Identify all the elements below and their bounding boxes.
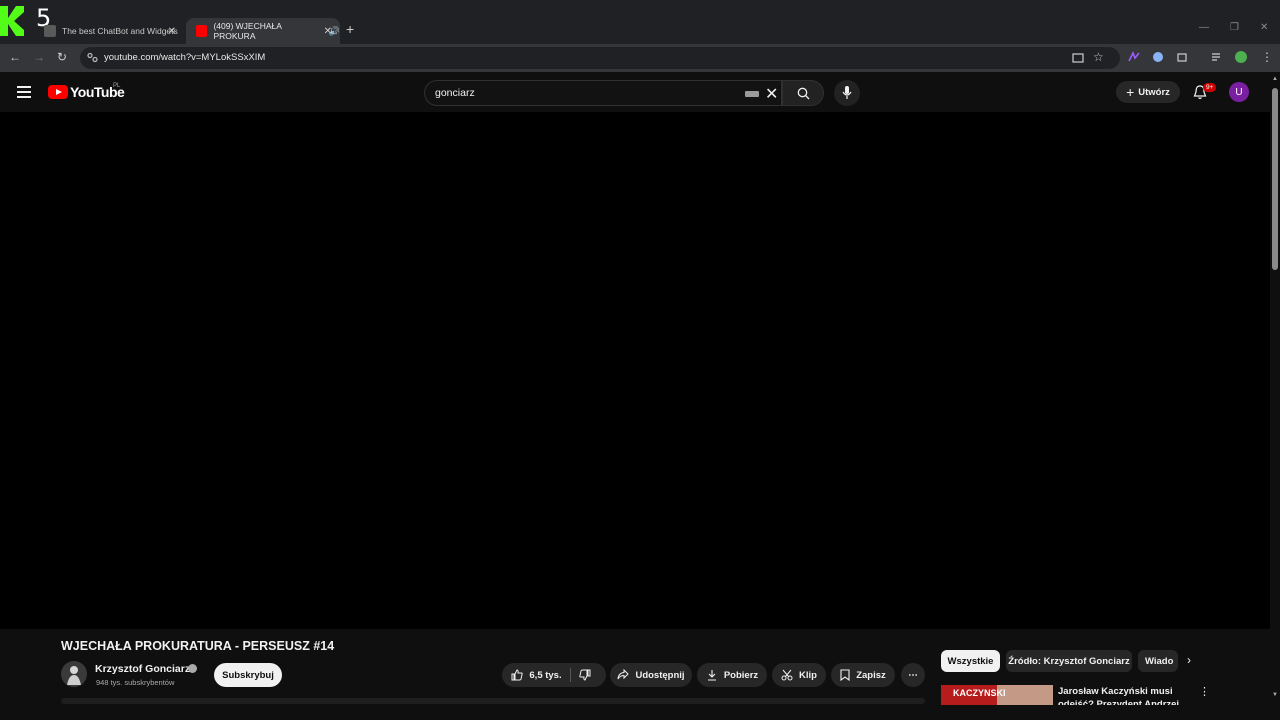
channel-name[interactable]: Krzysztof Gonciarz: [95, 663, 190, 675]
extension-icon[interactable]: [1128, 51, 1140, 63]
youtube-header: YouTube PL gonciarz ✕ + Utwórz 9+ U: [0, 72, 1270, 112]
site-info-icon[interactable]: [87, 52, 98, 63]
subscribe-button[interactable]: Subskrybuj: [214, 663, 282, 687]
clip-button[interactable]: Klip: [772, 663, 826, 687]
save-label: Zapisz: [856, 669, 886, 681]
recommendation-thumbnail[interactable]: KACZYNSKI: [941, 685, 1053, 705]
tab-title: (409) WJECHAŁA PROKURA: [213, 21, 282, 41]
profile-icon[interactable]: [1235, 51, 1247, 63]
account-avatar[interactable]: U: [1229, 82, 1249, 102]
youtube-favicon-icon: [196, 25, 208, 37]
extension-circle-icon[interactable]: [1152, 51, 1164, 63]
download-label: Pobierz: [723, 669, 759, 681]
scrollbar-thumb[interactable]: [1272, 88, 1278, 270]
search-input[interactable]: gonciarz ✕: [424, 80, 782, 106]
scroll-down-icon[interactable]: ▼: [1272, 692, 1278, 698]
save-button[interactable]: Zapisz: [831, 663, 895, 687]
tab-close-icon[interactable]: ✕: [168, 26, 176, 37]
recommendation-menu-icon[interactable]: ⋮: [1199, 685, 1210, 698]
url-text: youtube.com/watch?v=MYLokSSxXIM: [104, 52, 266, 63]
like-icon[interactable]: [511, 669, 524, 681]
share-icon: [617, 669, 630, 680]
restore-icon[interactable]: ❐: [1230, 22, 1239, 33]
browser-toolbar: ← → ↻ youtube.com/watch?v=MYLokSSxXIM ☆ …: [0, 44, 1280, 72]
share-button[interactable]: Udostępnij: [610, 663, 692, 687]
browser-tab-bar: 5 The best ChatBot and Widgets ✕ (409) W…: [0, 0, 1280, 44]
tab-close-icon[interactable]: ✕: [324, 26, 332, 37]
dislike-icon[interactable]: [578, 669, 591, 681]
menu-icon[interactable]: [17, 86, 31, 101]
share-label: Udostępnij: [635, 669, 685, 681]
tab-youtube[interactable]: (409) WJECHAŁA PROKURA 🔊 ✕: [186, 18, 340, 44]
page-scrollbar[interactable]: ▲ ▼: [1270, 72, 1280, 720]
video-player[interactable]: [0, 112, 1270, 629]
more-actions-icon[interactable]: ⋯: [901, 663, 925, 687]
notification-badge: 9+: [1203, 83, 1217, 92]
plus-icon: +: [1126, 84, 1135, 100]
video-info-area: WJECHAŁA PROKURATURA - PERSEUSZ #14 Krzy…: [0, 629, 1270, 720]
forward-icon[interactable]: →: [33, 50, 45, 64]
channel-avatar[interactable]: [61, 661, 87, 687]
create-label: Utwórz: [1138, 86, 1170, 98]
verified-icon: [188, 664, 197, 673]
description-box-edge: [61, 698, 925, 704]
download-icon: [707, 670, 716, 681]
overlay-logo: [0, 6, 24, 36]
clear-search-icon[interactable]: ✕: [765, 84, 778, 104]
scissors-icon: [781, 669, 793, 681]
media-queue-icon[interactable]: [1211, 51, 1223, 63]
bookmark-star-icon[interactable]: ☆: [1093, 50, 1104, 64]
back-icon[interactable]: ←: [9, 50, 21, 64]
recommendation-title[interactable]: Jarosław Kaczyński musi odejść? Prezyden…: [1058, 685, 1188, 705]
search-icon: [797, 87, 810, 100]
like-dislike-group: 6,5 tys.: [502, 663, 606, 687]
tab-favicon-icon: [44, 25, 56, 37]
voice-search-button[interactable]: [834, 80, 860, 106]
like-divider: [569, 668, 571, 682]
download-button[interactable]: Pobierz: [697, 663, 767, 687]
region-code: PL: [113, 83, 121, 89]
browser-menu-icon[interactable]: ⋮: [1261, 50, 1273, 64]
extensions-puzzle-icon[interactable]: [1176, 51, 1188, 63]
search-value: gonciarz: [435, 87, 475, 99]
scroll-up-icon[interactable]: ▲: [1272, 76, 1278, 82]
bookmark-icon: [840, 669, 850, 681]
youtube-play-icon: [48, 85, 68, 99]
thumbnail-text: KACZYNSKI: [953, 688, 1006, 698]
video-title: WJECHAŁA PROKURATURA - PERSEUSZ #14: [61, 639, 335, 653]
clip-label: Klip: [799, 669, 817, 681]
chip-news[interactable]: Wiado: [1138, 650, 1178, 672]
chip-all[interactable]: Wszystkie: [941, 650, 1000, 672]
subscriber-count: 948 tys. subskrybentów: [96, 678, 175, 687]
chevron-right-icon[interactable]: ›: [1187, 653, 1191, 667]
address-bar[interactable]: youtube.com/watch?v=MYLokSSxXIM ☆: [80, 47, 1120, 69]
microphone-icon: [842, 86, 852, 99]
like-count[interactable]: 6,5 tys.: [529, 670, 561, 681]
search-button[interactable]: [782, 80, 824, 106]
tab-title: The best ChatBot and Widgets: [62, 26, 178, 36]
minimize-icon[interactable]: —: [1199, 22, 1209, 33]
install-app-icon[interactable]: [1072, 52, 1084, 64]
tab-chatbot[interactable]: The best ChatBot and Widgets ✕: [34, 18, 184, 44]
keyboard-icon[interactable]: [745, 91, 759, 97]
new-tab-icon[interactable]: +: [346, 21, 354, 37]
chip-source[interactable]: Źródło: Krzysztof Gonciarz: [1006, 650, 1132, 672]
window-close-icon[interactable]: ✕: [1260, 22, 1268, 33]
reload-icon[interactable]: ↻: [57, 50, 67, 64]
create-button[interactable]: + Utwórz: [1116, 81, 1180, 103]
